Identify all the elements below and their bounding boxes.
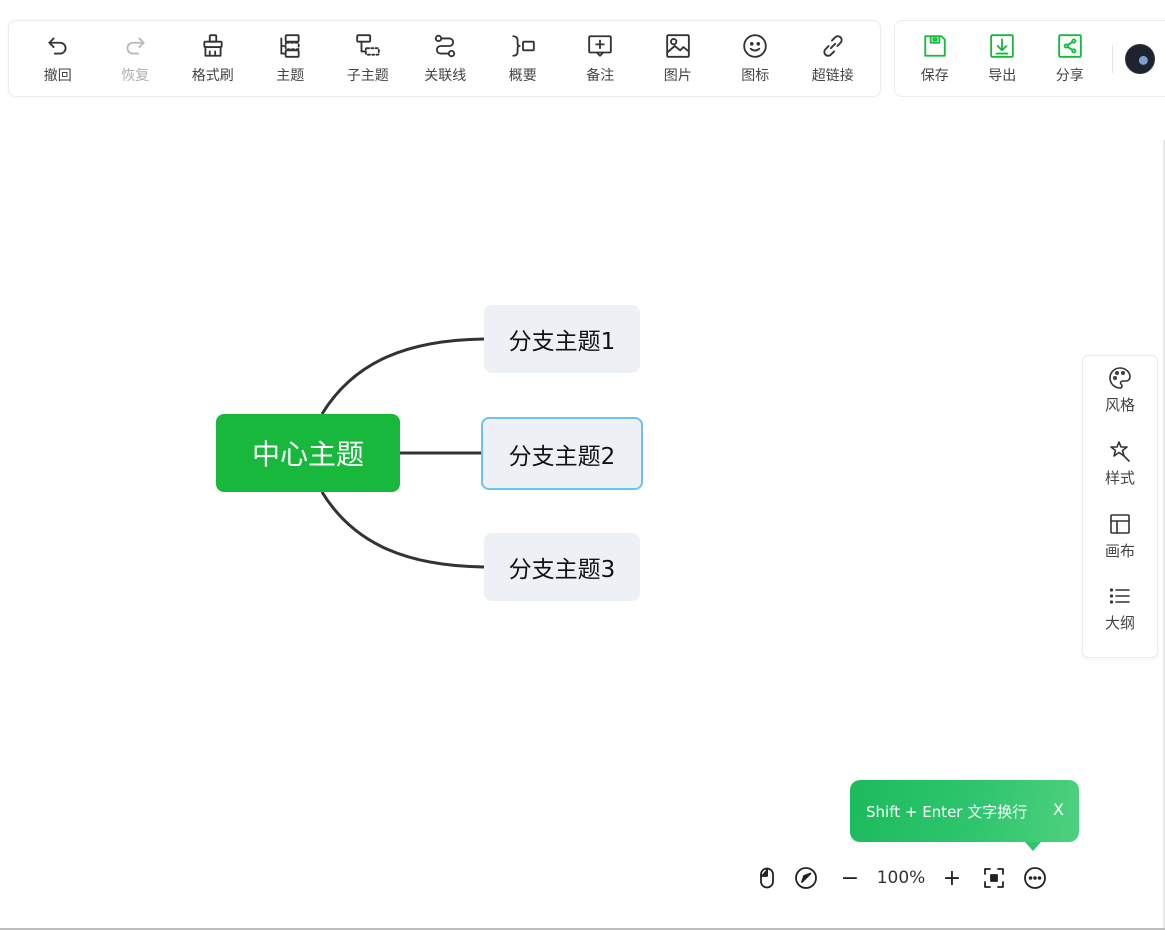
format-painter-button[interactable]: 格式刷	[174, 29, 252, 89]
share-label: 分享	[1055, 67, 1084, 84]
branch-topic-1[interactable]: 分支主题1	[484, 305, 640, 373]
branch-topic-2-selected[interactable]: 分支主题2	[481, 417, 643, 490]
tooltip-close-button[interactable]: X	[1053, 800, 1064, 819]
undo-button[interactable]: 撤回	[19, 29, 97, 89]
toolbar-divider	[1111, 44, 1113, 73]
note-button[interactable]: 备注	[562, 29, 640, 89]
branch-topic-1-text: 分支主题1	[508, 329, 616, 355]
fit-view-button[interactable]	[972, 862, 1016, 894]
image-label: 图片	[663, 67, 692, 84]
central-topic-node[interactable]: 中心主题	[216, 414, 400, 492]
sidebar-canvas-label: 画布	[1104, 541, 1135, 560]
subtopic-icon	[355, 33, 380, 56]
magic-wand-icon	[1110, 440, 1130, 462]
relation-line-button[interactable]: 关联线	[407, 29, 485, 89]
mouse-icon	[760, 867, 774, 889]
sidebar-item-style[interactable]: 样式	[1083, 439, 1157, 512]
branch-topic-2-text: 分支主题2	[508, 443, 616, 470]
smiley-icon	[743, 33, 768, 58]
save-button[interactable]: 保存	[901, 29, 969, 89]
share-button[interactable]: 分享	[1036, 29, 1104, 89]
relation-line-label: 关联线	[424, 67, 467, 84]
hyperlink-button[interactable]: 超链接	[794, 29, 872, 89]
topic-icon	[280, 33, 300, 58]
mouse-mode-button[interactable]	[752, 862, 782, 894]
main-toolbar: 撤回 恢复 格式刷 主题 子主题 关联线 概要 备注 图片 图标 超链接	[8, 20, 881, 97]
summary-brace-icon	[512, 34, 535, 57]
subtopic-button[interactable]: 子主题	[329, 29, 407, 89]
export-icon	[990, 33, 1015, 58]
branch-topic-3-text: 分支主题3	[508, 557, 616, 583]
summary-button[interactable]: 概要	[484, 29, 562, 89]
palette-icon	[1109, 367, 1131, 389]
save-icon	[924, 34, 946, 57]
zoom-in-button[interactable]: +	[932, 862, 972, 894]
user-avatar[interactable]	[1124, 43, 1155, 74]
navigation-icon	[795, 867, 817, 889]
locate-button[interactable]	[782, 862, 830, 894]
icon-label: 图标	[741, 67, 770, 84]
icon-button[interactable]: 图标	[717, 29, 795, 89]
image-icon	[665, 33, 690, 58]
zoom-out-button[interactable]: −	[830, 862, 870, 894]
hyperlink-label: 超链接	[811, 67, 854, 84]
topic-label: 主题	[276, 67, 305, 84]
note-label: 备注	[586, 67, 615, 84]
summary-label: 概要	[508, 67, 537, 84]
zoom-controls: − 100% +	[752, 862, 1054, 894]
sidebar-item-theme[interactable]: 风格	[1083, 366, 1157, 439]
sidebar-outline-label: 大纲	[1104, 614, 1135, 633]
link-icon	[823, 34, 843, 57]
image-button[interactable]: 图片	[639, 29, 717, 89]
undo-label: 撤回	[43, 67, 72, 84]
shortcut-tooltip: Shift + Enter 文字换行 X	[850, 780, 1079, 842]
central-topic-text: 中心主题	[251, 438, 364, 471]
brush-icon	[203, 33, 223, 57]
sidebar-theme-label: 风格	[1104, 396, 1135, 414]
topic-button[interactable]: 主题	[252, 29, 330, 89]
undo-icon	[48, 36, 67, 55]
export-label: 导出	[988, 67, 1017, 84]
layout-icon	[1110, 513, 1130, 534]
branch-topic-3[interactable]: 分支主题3	[484, 533, 640, 601]
more-horizontal-icon	[1024, 867, 1046, 889]
sidebar-item-outline[interactable]: 大纲	[1083, 584, 1157, 657]
share-icon	[1057, 33, 1082, 58]
fit-screen-icon	[984, 868, 1004, 888]
zoom-level[interactable]: 100%	[870, 862, 932, 894]
save-label: 保存	[920, 67, 949, 84]
sidebar-style-label: 样式	[1104, 468, 1135, 487]
list-icon	[1109, 588, 1130, 604]
redo-label: 恢复	[121, 67, 150, 84]
mindmap-editor: 撤回 恢复 格式刷 主题 子主题 关联线 概要 备注 图片 图标 超链接 保存 …	[0, 0, 1165, 930]
relation-line-icon	[435, 34, 456, 57]
redo-button[interactable]: 恢复	[97, 29, 175, 89]
more-options-button[interactable]	[1016, 862, 1054, 894]
subtopic-label: 子主题	[346, 67, 389, 84]
redo-icon	[126, 36, 145, 55]
export-button[interactable]: 导出	[969, 29, 1037, 89]
note-icon	[588, 34, 613, 57]
sidebar-item-canvas[interactable]: 画布	[1083, 512, 1157, 585]
format-painter-label: 格式刷	[191, 67, 234, 84]
tooltip-arrow	[1025, 842, 1041, 851]
tooltip-text: Shift + Enter 文字换行	[866, 802, 1028, 821]
right-sidebar: 风格 样式 画布 大纲	[1082, 355, 1158, 658]
file-toolbar: 保存 导出 分享	[894, 20, 1165, 97]
